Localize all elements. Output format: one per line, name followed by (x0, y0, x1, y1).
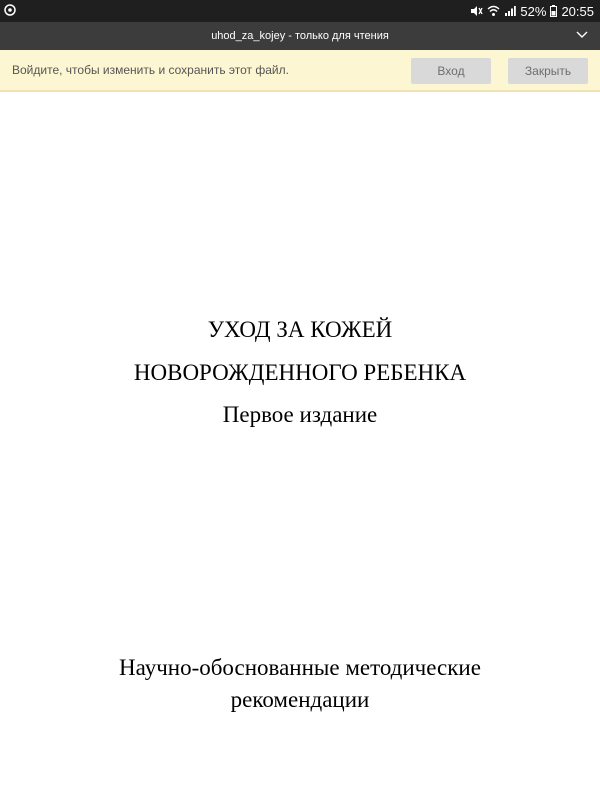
chevron-down-icon[interactable] (576, 30, 588, 43)
status-bar: 52% 20:55 (0, 0, 600, 22)
wifi-icon (487, 5, 500, 17)
document-page[interactable]: УХОД ЗА КОЖЕЙ НОВОРОЖДЕННОГО РЕБЕНКА Пер… (0, 92, 600, 799)
battery-icon (550, 5, 558, 17)
app-notification-icon (4, 3, 16, 19)
mute-icon (470, 5, 484, 17)
clock: 20:55 (561, 3, 594, 19)
document-title-line-2: НОВОРОЖДЕННОГО РЕБЕНКА (133, 360, 467, 385)
document-title: uhod_za_kojey - только для чтения (211, 30, 389, 42)
document-subtitle-line-1: Научно-обоснованные методические (119, 655, 481, 680)
document-title-line-1: УХОД ЗА КОЖЕЙ (207, 317, 393, 342)
login-button[interactable]: Вход (411, 58, 491, 84)
info-message: Войдите, чтобы изменить и сохранить этот… (12, 63, 289, 77)
battery-percent: 52% (520, 3, 547, 19)
status-right: 52% 20:55 (470, 4, 594, 19)
signal-icon (504, 5, 517, 17)
document-edition: Первое издание (222, 402, 378, 427)
close-button[interactable]: Закрыть (508, 58, 588, 84)
sign-in-info-bar: Войдите, чтобы изменить и сохранить этот… (0, 50, 600, 92)
document-title-bar: uhod_za_kojey - только для чтения (0, 22, 600, 50)
document-subtitle-line-2: рекомендации (230, 687, 370, 712)
status-left (4, 3, 16, 19)
